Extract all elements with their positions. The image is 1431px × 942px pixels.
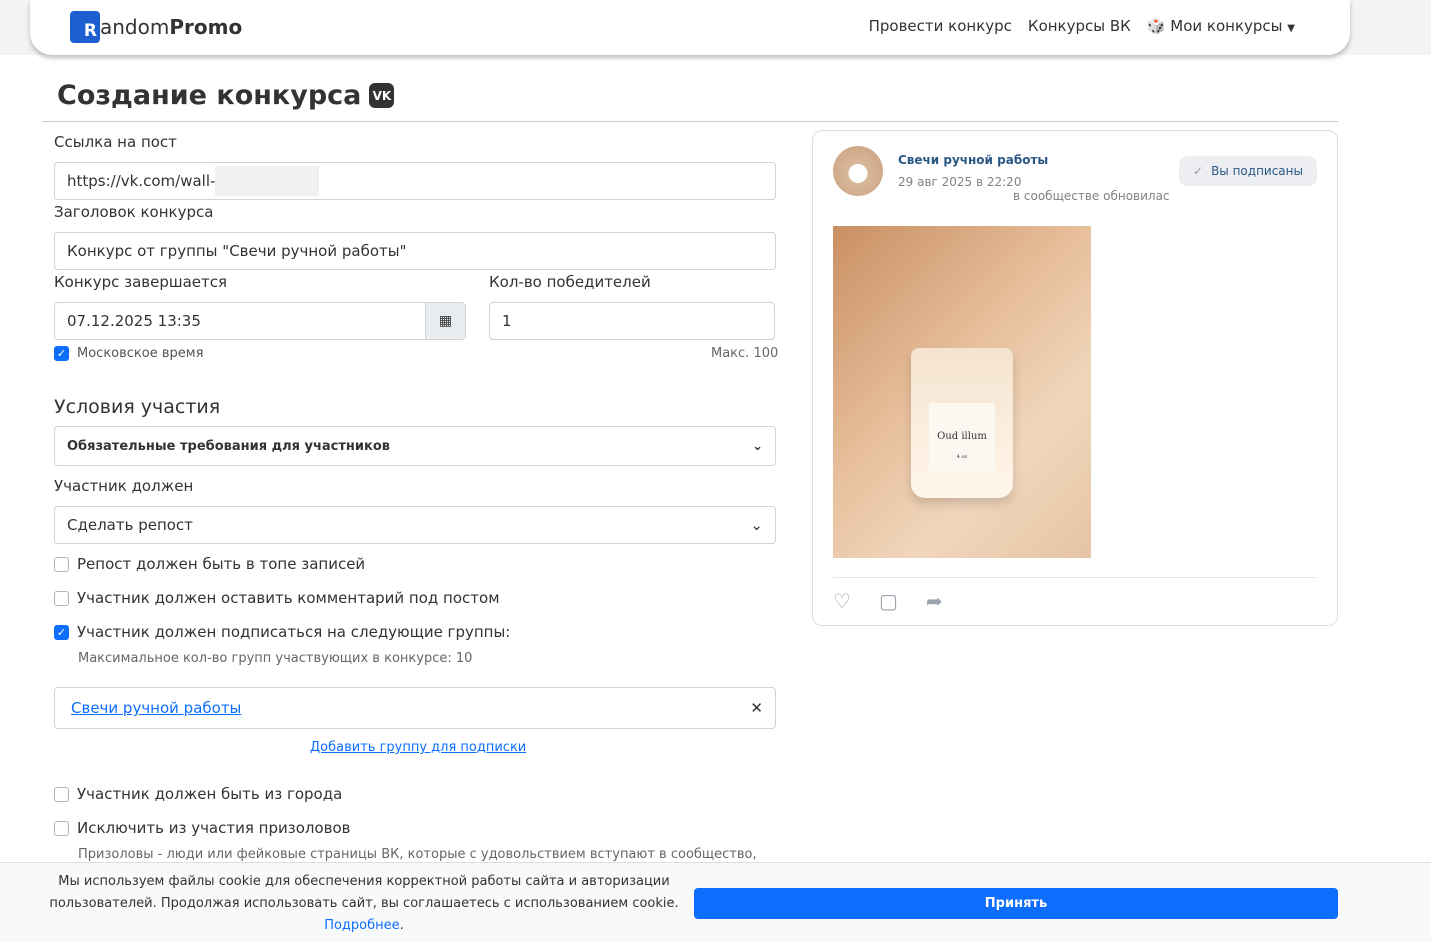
calendar-icon[interactable]: ▦ bbox=[425, 303, 465, 339]
comment-checkbox[interactable]: Участник должен оставить комментарий под… bbox=[54, 589, 500, 607]
divider bbox=[833, 577, 1317, 578]
page-title: Создание конкурса VK bbox=[57, 80, 395, 111]
navbar: R andom Promo Провести конкурс Конкурсы В… bbox=[30, 0, 1350, 55]
candle-label: Oud illum 4 oz bbox=[929, 403, 995, 471]
cookie-text-line2: пользователей. Продолжая использовать са… bbox=[49, 896, 679, 911]
prize-hunters-desc: Призоловы - люди или фейковые страницы В… bbox=[78, 847, 757, 862]
city-label: Участник должен быть из города bbox=[77, 785, 343, 803]
requirements-select[interactable]: Обязательные требования для участников ⌄ bbox=[54, 426, 776, 466]
dice-icon: 🎲 bbox=[1146, 17, 1166, 35]
caret-down-icon: ▼ bbox=[1287, 23, 1295, 34]
like-icon[interactable]: ♡ bbox=[833, 589, 851, 613]
chevron-down-icon: ⌄ bbox=[752, 438, 763, 454]
conditions-heading: Условия участия bbox=[54, 396, 221, 418]
cookie-text: Мы используем файлы cookie для обеспечен… bbox=[40, 871, 688, 937]
comment-label: Участник должен оставить комментарий под… bbox=[77, 589, 500, 607]
nav-run-contest[interactable]: Провести конкурс bbox=[869, 17, 1012, 35]
checkbox-icon bbox=[54, 556, 69, 572]
post-date: 29 авг 2025 в 22:20 bbox=[898, 175, 1022, 189]
title-input[interactable]: Конкурс от группы "Свечи ручной работы" bbox=[54, 232, 776, 270]
group-avatar bbox=[833, 146, 883, 196]
add-group-link[interactable]: Добавить группу для подписки bbox=[310, 740, 526, 755]
post-group-name[interactable]: Свечи ручной работы bbox=[898, 153, 1048, 167]
nav-vk-contests[interactable]: Конкурсы ВК bbox=[1028, 17, 1131, 35]
group-item: Свечи ручной работы ✕ bbox=[54, 687, 776, 729]
post-link-label: Ссылка на пост bbox=[54, 133, 177, 151]
logo-text: andom bbox=[100, 15, 170, 39]
winners-label: Кол-во победителей bbox=[489, 273, 651, 291]
checkbox-icon bbox=[54, 786, 69, 802]
max-winners: Макс. 100 bbox=[711, 346, 779, 361]
candle: Oud illum 4 oz bbox=[911, 348, 1013, 498]
repost-top-label: Репост должен быть в топе записей bbox=[77, 555, 366, 573]
nav-my-contests[interactable]: 🎲 Мои конкурсы ▼ bbox=[1147, 17, 1295, 35]
checkbox-icon bbox=[54, 820, 69, 836]
title-label: Заголовок конкурса bbox=[54, 203, 214, 221]
comment-icon[interactable]: ▢ bbox=[879, 589, 898, 613]
end-label: Конкурс завершается bbox=[54, 273, 228, 291]
subscribe-label: Участник должен подписаться на следующие… bbox=[77, 623, 511, 641]
must-select-value: Сделать репост bbox=[67, 516, 193, 534]
divider bbox=[42, 121, 1338, 122]
moscow-time-checkbox[interactable]: ✓ Московское время bbox=[54, 346, 203, 361]
nav-my-contests-label: Мои конкурсы bbox=[1170, 17, 1283, 35]
checkbox-icon bbox=[54, 590, 69, 606]
requirements-select-value: Обязательные требования для участников bbox=[67, 438, 390, 454]
chevron-down-icon: ⌄ bbox=[750, 516, 763, 534]
end-date-input[interactable]: 07.12.2025 13:35 ▦ bbox=[54, 302, 466, 340]
post-link-value: https://vk.com/wall- bbox=[67, 172, 216, 190]
subscribe-checkbox[interactable]: ✓ Участник должен подписаться на следующи… bbox=[54, 623, 510, 641]
cookie-banner: Мы используем файлы cookie для обеспечен… bbox=[0, 862, 1431, 942]
checkbox-checked-icon: ✓ bbox=[54, 346, 69, 361]
subscribed-button[interactable]: ✓ Вы подписаны bbox=[1179, 156, 1317, 186]
max-groups-note: Максимальное кол-во групп участвующих в … bbox=[78, 651, 473, 666]
check-icon: ✓ bbox=[1193, 164, 1204, 178]
logo-text-bold: Promo bbox=[169, 15, 243, 39]
prize-hunters-checkbox[interactable]: Исключить из участия призоловов bbox=[54, 819, 351, 837]
logo[interactable]: R andom Promo bbox=[70, 11, 242, 43]
post-link-input[interactable]: https://vk.com/wall- bbox=[54, 162, 776, 200]
group-link[interactable]: Свечи ручной работы bbox=[71, 699, 241, 717]
dice-icon: R bbox=[70, 11, 100, 43]
candle-label-text: Oud illum bbox=[937, 431, 987, 442]
post-preview-card: Свечи ручной работы 29 авг 2025 в 22:20 … bbox=[812, 130, 1338, 626]
winners-input[interactable]: 1 bbox=[489, 302, 775, 340]
must-label: Участник должен bbox=[54, 477, 194, 495]
candle-label-small: 4 oz bbox=[956, 454, 968, 460]
end-date-value: 07.12.2025 13:35 bbox=[67, 312, 201, 330]
cookie-text-line1: Мы используем файлы cookie для обеспечен… bbox=[58, 874, 670, 889]
cookie-more-link[interactable]: Подробнее bbox=[324, 918, 399, 933]
close-icon[interactable]: ✕ bbox=[750, 699, 763, 717]
repost-top-checkbox[interactable]: Репост должен быть в топе записей bbox=[54, 555, 365, 573]
redacted-area bbox=[215, 166, 320, 196]
subscribed-label: Вы подписаны bbox=[1211, 164, 1303, 178]
prize-hunters-label: Исключить из участия призоловов bbox=[77, 819, 351, 837]
checkbox-checked-icon: ✓ bbox=[54, 624, 69, 640]
city-checkbox[interactable]: Участник должен быть из города bbox=[54, 785, 342, 803]
accept-cookie-button[interactable]: Принять bbox=[694, 888, 1338, 919]
page-title-text: Создание конкурса bbox=[57, 80, 362, 111]
vk-icon: VK bbox=[369, 83, 395, 108]
post-text: в сообществе обновилас bbox=[1013, 189, 1170, 203]
share-icon[interactable]: ➦ bbox=[926, 589, 943, 613]
moscow-time-label: Московское время bbox=[77, 346, 204, 361]
must-select[interactable]: Сделать репост ⌄ bbox=[54, 506, 776, 544]
post-actions: ♡ ▢ ➦ bbox=[833, 589, 943, 613]
post-image: Oud illum 4 oz bbox=[833, 226, 1091, 558]
